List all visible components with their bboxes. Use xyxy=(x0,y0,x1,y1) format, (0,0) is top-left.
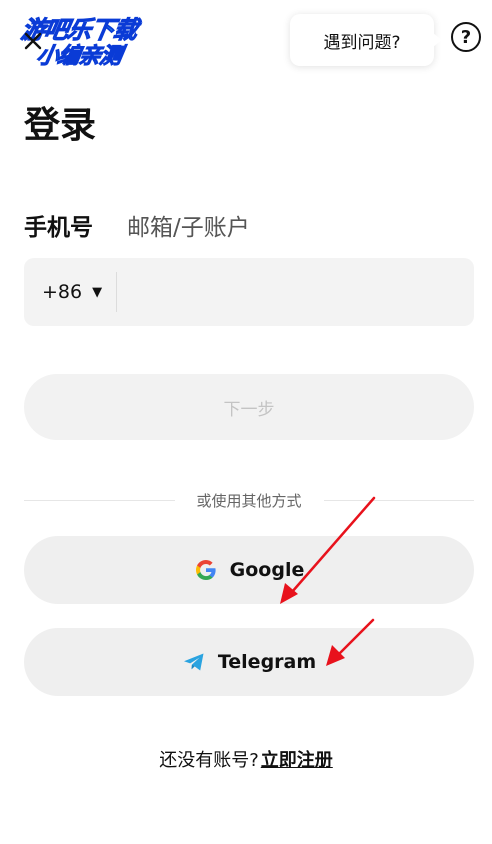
close-button[interactable] xyxy=(22,30,44,52)
telegram-icon xyxy=(183,653,204,671)
tab-phone[interactable]: 手机号 xyxy=(24,208,93,242)
next-button[interactable]: 下一步 xyxy=(24,374,474,440)
divider-line-right xyxy=(323,499,475,501)
page-title: 登录 xyxy=(24,105,97,146)
telegram-label: Telegram xyxy=(217,651,317,673)
phone-input[interactable] xyxy=(117,258,474,326)
signup-prompt: 还没有账号? 立即注册 xyxy=(0,746,492,772)
login-screen: 游吧乐下载 小编亲测 遇到问题? ? 登录 手机号 邮箱/子账户 +86 ▼ 下… xyxy=(0,0,492,844)
google-label: Google xyxy=(229,559,305,581)
telegram-login-button[interactable]: Telegram xyxy=(24,628,474,696)
signup-link[interactable]: 立即注册 xyxy=(261,750,333,771)
divider-label: 或使用其他方式 xyxy=(196,491,302,510)
country-code-label: +86 xyxy=(42,281,83,303)
caret-down-icon: ▼ xyxy=(92,284,103,300)
google-login-button[interactable]: Google xyxy=(24,536,474,604)
country-code-selector[interactable]: +86 ▼ xyxy=(24,258,102,326)
signup-question: 还没有账号? xyxy=(159,750,259,771)
help-tooltip[interactable]: 遇到问题? xyxy=(290,14,442,66)
phone-field: +86 ▼ xyxy=(24,258,474,326)
close-icon xyxy=(24,32,42,50)
tab-email-subaccount[interactable]: 邮箱/子账户 xyxy=(127,208,250,242)
watermark-line-2: 小编亲测 xyxy=(34,44,123,70)
google-icon xyxy=(195,560,216,580)
login-method-tabs: 手机号 邮箱/子账户 xyxy=(24,208,250,242)
alternative-methods-divider: 或使用其他方式 xyxy=(24,488,475,512)
question-circle-icon[interactable]: ? xyxy=(451,22,481,52)
divider-line-left xyxy=(24,499,175,501)
question-mark-glyph: ? xyxy=(460,26,472,48)
